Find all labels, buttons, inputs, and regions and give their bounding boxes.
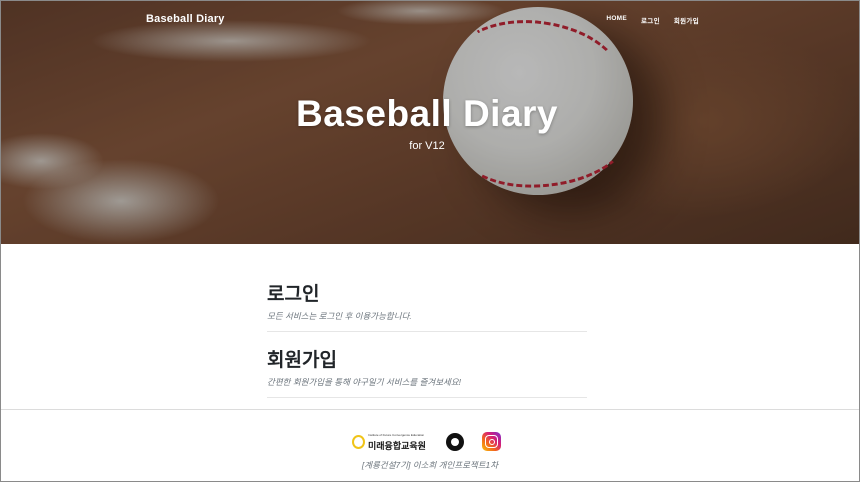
login-heading[interactable]: 로그인 [267,279,587,306]
nav-link-home[interactable]: HOME [606,15,627,25]
browser-viewport: Baseball Diary HOME 로그인 회원가입 Baseball Di… [0,0,860,482]
footer-credit: [계룡건설7기] 이소희 개인프로젝트1차 [361,460,499,470]
github-icon[interactable] [446,433,464,451]
institute-logo-icon [352,435,365,449]
institute-logo-text: 미래융합교육원 [368,441,426,451]
signup-section[interactable]: 회원가입 간편한 회원가입을 통해 야구일기 서비스를 즐겨보세요! [267,332,587,398]
nav-link-signup[interactable]: 회원가입 [674,15,699,25]
footer-icons: Institute of Future Convergence Educatio… [352,432,512,452]
nav-link-login[interactable]: 로그인 [641,15,660,25]
navbar-brand[interactable]: Baseball Diary [146,13,225,25]
institute-logo[interactable]: Institute of Future Convergence Educatio… [352,432,432,452]
hero-title: Baseball Diary [295,93,559,134]
instagram-icon[interactable] [482,432,501,451]
signup-heading[interactable]: 회원가입 [267,345,587,372]
login-section[interactable]: 로그인 모든 서비스는 로그인 후 이용가능합니다. [267,271,587,332]
institute-logo-subtext: Institute of Future Convergence Educatio… [368,433,425,437]
hero-header: Baseball Diary HOME 로그인 회원가입 Baseball Di… [1,1,859,244]
signup-description: 간편한 회원가입을 통해 야구일기 서비스를 즐겨보세요! [267,377,462,387]
login-description: 모든 서비스는 로그인 후 이용가능합니다. [267,311,412,321]
footer: Institute of Future Convergence Educatio… [1,409,859,481]
main-content: 로그인 모든 서비스는 로그인 후 이용가능합니다. 회원가입 간편한 회원가입… [267,271,587,398]
navbar-links: HOME 로그인 회원가입 [606,15,699,25]
hero-subtitle: for V12 [409,140,445,152]
